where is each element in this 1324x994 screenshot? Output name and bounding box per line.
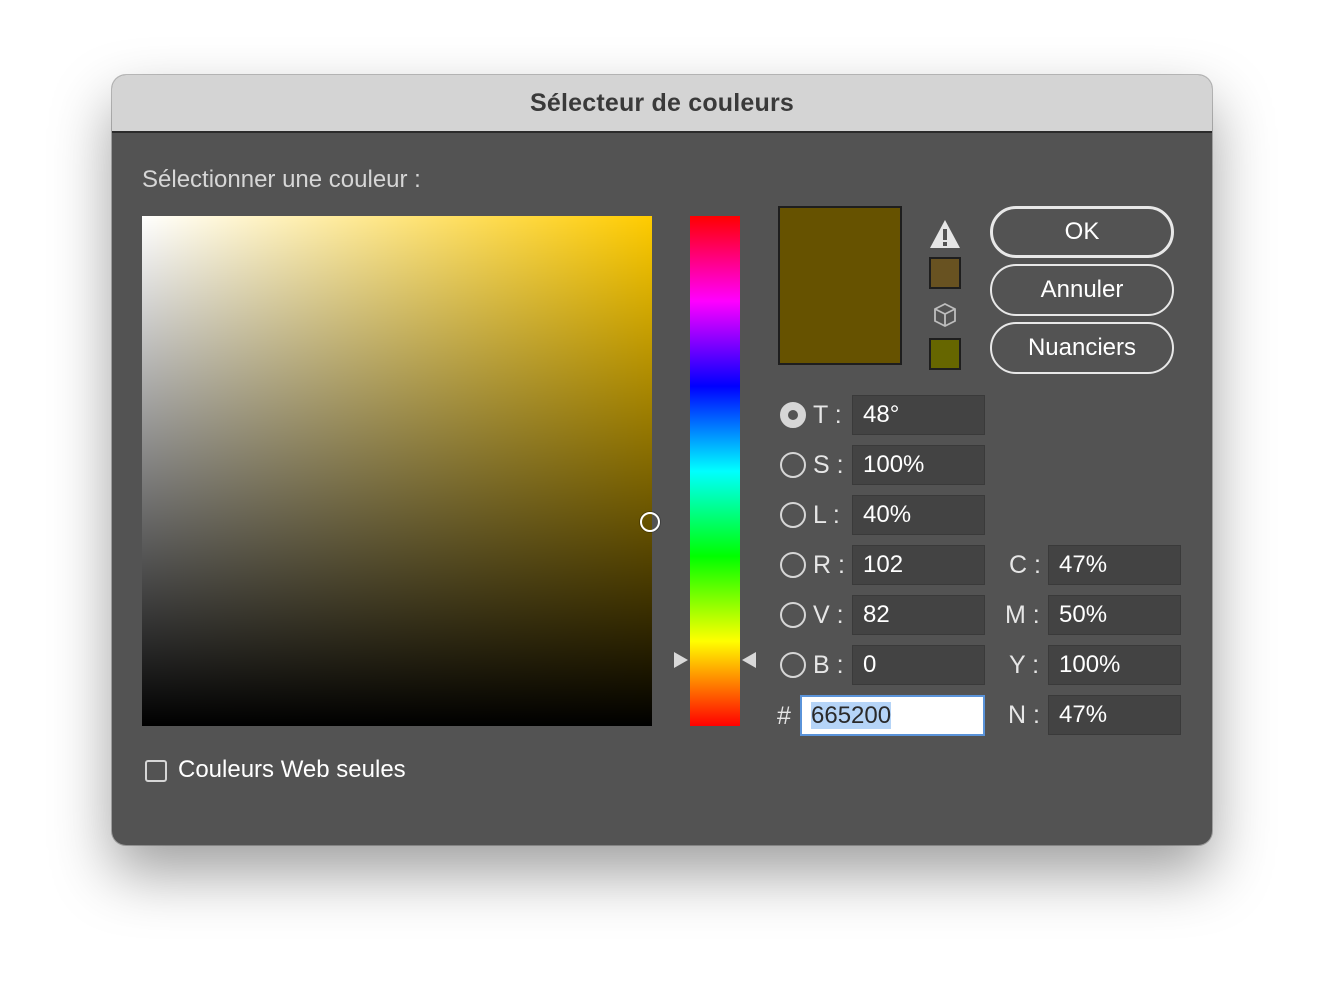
cube-icon[interactable] xyxy=(932,302,958,328)
yellow-label: Y : xyxy=(1009,651,1040,679)
red-radio[interactable] xyxy=(780,552,806,578)
cyan-input[interactable]: 47% xyxy=(1048,545,1181,585)
web-colors-only-checkbox[interactable] xyxy=(145,760,167,782)
green-radio[interactable] xyxy=(780,602,806,628)
black-input[interactable]: 47% xyxy=(1048,695,1181,735)
green-input[interactable]: 82 xyxy=(852,595,985,635)
magenta-label: M : xyxy=(1005,601,1040,629)
blue-radio[interactable] xyxy=(780,652,806,678)
blue-input[interactable]: 0 xyxy=(852,645,985,685)
select-color-prompt: Sélectionner une couleur : xyxy=(142,166,421,193)
green-label: V : xyxy=(813,601,844,629)
saturation-label: S : xyxy=(813,451,844,479)
previous-color-swatch[interactable] xyxy=(780,287,900,363)
new-color-swatch xyxy=(780,208,900,287)
yellow-input[interactable]: 100% xyxy=(1048,645,1181,685)
swatches-button[interactable]: Nuanciers xyxy=(990,322,1174,374)
magenta-input[interactable]: 50% xyxy=(1048,595,1181,635)
color-field-cursor[interactable] xyxy=(640,512,660,532)
hex-value-selection: 665200 xyxy=(811,702,892,729)
lightness-label: L : xyxy=(813,501,840,529)
hex-input[interactable]: 665200 xyxy=(800,695,985,736)
hue-slider[interactable] xyxy=(690,216,740,726)
color-picker-dialog: Sélecteur de couleurs Sélectionner une c… xyxy=(112,75,1212,845)
black-label: N : xyxy=(1008,701,1040,729)
saturation-brightness-field[interactable] xyxy=(142,216,660,726)
cancel-button[interactable]: Annuler xyxy=(990,264,1174,316)
hue-slider-right-arrow-icon[interactable] xyxy=(742,652,756,668)
warning-icon[interactable] xyxy=(929,218,961,250)
gamut-color-chip[interactable] xyxy=(929,257,961,289)
web-colors-only-label[interactable]: Couleurs Web seules xyxy=(178,756,406,784)
color-preview xyxy=(778,206,902,365)
web-safe-color-chip[interactable] xyxy=(929,338,961,370)
lightness-radio[interactable] xyxy=(780,502,806,528)
cyan-label: C : xyxy=(1009,551,1041,579)
hue-label: T : xyxy=(813,401,842,429)
saturation-radio[interactable] xyxy=(780,452,806,478)
saturation-input[interactable]: 100% xyxy=(852,445,985,485)
red-input[interactable]: 102 xyxy=(852,545,985,585)
hex-prefix-label: # xyxy=(777,702,791,730)
hue-radio[interactable] xyxy=(780,402,806,428)
blue-label: B : xyxy=(813,651,844,679)
lightness-input[interactable]: 40% xyxy=(852,495,985,535)
hue-input[interactable]: 48° xyxy=(852,395,985,435)
ok-button[interactable]: OK xyxy=(990,206,1174,258)
hue-slider-left-arrow-icon[interactable] xyxy=(674,652,688,668)
red-label: R : xyxy=(813,551,845,579)
dialog-title: Sélecteur de couleurs xyxy=(112,75,1212,133)
